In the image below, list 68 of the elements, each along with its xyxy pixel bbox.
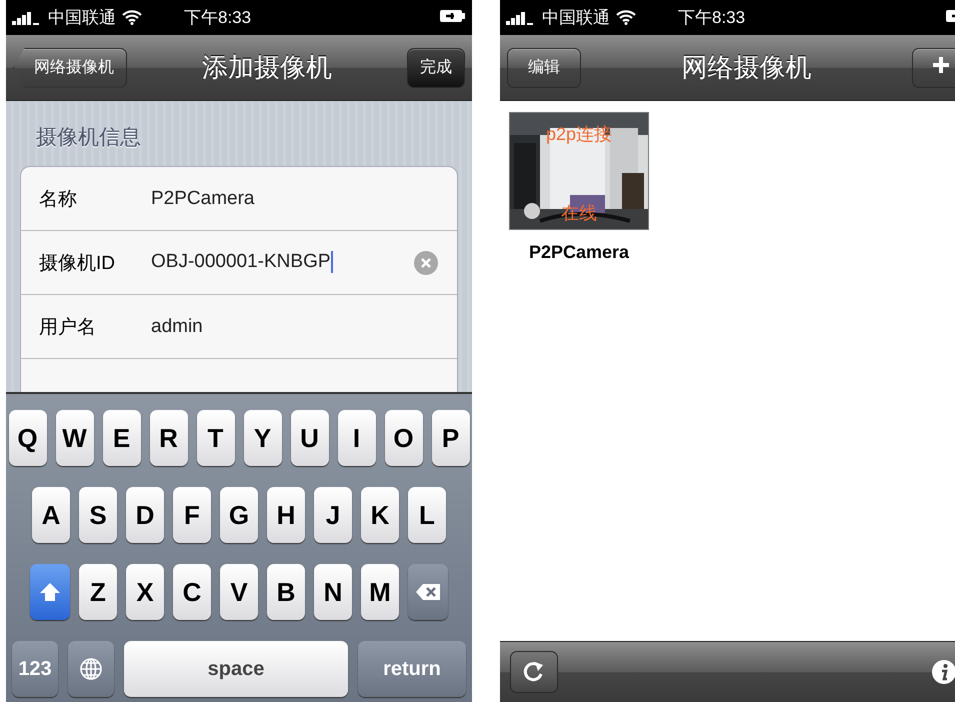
- globe-icon: [79, 657, 103, 681]
- battery-charging-icon: [440, 8, 466, 22]
- keyboard-key[interactable]: T: [196, 410, 234, 466]
- number-mode-key[interactable]: 123: [12, 641, 58, 697]
- clock-time: 下午8:33: [678, 7, 746, 29]
- signal-icon: [506, 10, 536, 24]
- keyboard-key[interactable]: G: [220, 487, 258, 543]
- keyboard-key[interactable]: R: [150, 410, 188, 466]
- form-row[interactable]: 名称 P2PCamera: [21, 167, 457, 231]
- keyboard-key[interactable]: E: [102, 410, 140, 466]
- section-title: 摄像机信息: [35, 125, 142, 151]
- keyboard-key[interactable]: X: [126, 564, 164, 620]
- keyboard-key[interactable]: Y: [244, 410, 282, 466]
- keyboard-key[interactable]: C: [173, 564, 211, 620]
- edit-button[interactable]: 编辑: [507, 48, 581, 88]
- keyboard-key[interactable]: F: [173, 487, 211, 543]
- carrier-name: 中国联通: [542, 7, 610, 29]
- carrier-name: 中国联通: [48, 7, 116, 29]
- backspace-icon: [415, 583, 441, 601]
- screen-title: 网络摄像机: [680, 51, 812, 84]
- refresh-icon: [523, 661, 545, 683]
- back-button[interactable]: 网络摄像机: [13, 48, 127, 88]
- return-key[interactable]: return: [358, 641, 466, 697]
- keyboard-key[interactable]: W: [56, 410, 94, 466]
- screen-title: 添加摄像机: [201, 51, 333, 84]
- keyboard-key[interactable]: U: [290, 410, 328, 466]
- camera-name: P2PCamera: [528, 242, 630, 263]
- keyboard-key[interactable]: Z: [79, 564, 117, 620]
- keyboard-key[interactable]: S: [79, 487, 117, 543]
- keyboard-key[interactable]: A: [32, 487, 70, 543]
- input-field[interactable]: P2PCamera: [151, 188, 439, 210]
- shift-arrow-icon: [39, 582, 61, 602]
- keyboard-key[interactable]: V: [220, 564, 258, 620]
- keyboard-key[interactable]: L: [408, 487, 446, 543]
- signal-icon: [12, 10, 42, 24]
- field-label: 用户名: [39, 316, 97, 340]
- wifi-icon: [616, 10, 636, 25]
- shift-key[interactable]: [30, 564, 70, 620]
- input-field[interactable]: OBJ-000001-KNBGP: [151, 251, 405, 274]
- keyboard-key[interactable]: I: [338, 410, 376, 466]
- globe-key[interactable]: [68, 641, 114, 697]
- add-button[interactable]: [912, 48, 955, 88]
- keyboard-key[interactable]: Q: [8, 410, 46, 466]
- field-label: 名称: [39, 188, 78, 212]
- field-label: 摄像机ID: [39, 252, 116, 276]
- keyboard-key[interactable]: B: [267, 564, 305, 620]
- keyboard-key[interactable]: O: [384, 410, 422, 466]
- delete-key[interactable]: [408, 564, 448, 620]
- keyboard-key[interactable]: N: [314, 564, 352, 620]
- info-icon[interactable]: [931, 659, 955, 685]
- refresh-button[interactable]: [510, 651, 558, 693]
- wifi-icon: [122, 10, 142, 25]
- form-row[interactable]: 用户名 admin: [21, 295, 457, 359]
- keyboard-key[interactable]: J: [314, 487, 352, 543]
- done-button[interactable]: 完成: [407, 48, 465, 88]
- keyboard-key[interactable]: H: [267, 487, 305, 543]
- keyboard-key[interactable]: M: [361, 564, 399, 620]
- input-field[interactable]: admin: [151, 316, 439, 338]
- connection-label: p2p连接: [544, 123, 614, 146]
- keyboard-key[interactable]: K: [361, 487, 399, 543]
- clock-time: 下午8:33: [184, 7, 252, 29]
- status-label: 在线: [560, 202, 598, 225]
- keyboard-key[interactable]: D: [126, 487, 164, 543]
- keyboard-key[interactable]: P: [432, 410, 470, 466]
- plus-icon: [931, 55, 951, 75]
- camera-thumbnail[interactable]: p2p连接 在线: [509, 112, 649, 230]
- form-row[interactable]: 摄像机ID OBJ-000001-KNBGP: [21, 231, 457, 295]
- space-key[interactable]: space: [124, 641, 348, 697]
